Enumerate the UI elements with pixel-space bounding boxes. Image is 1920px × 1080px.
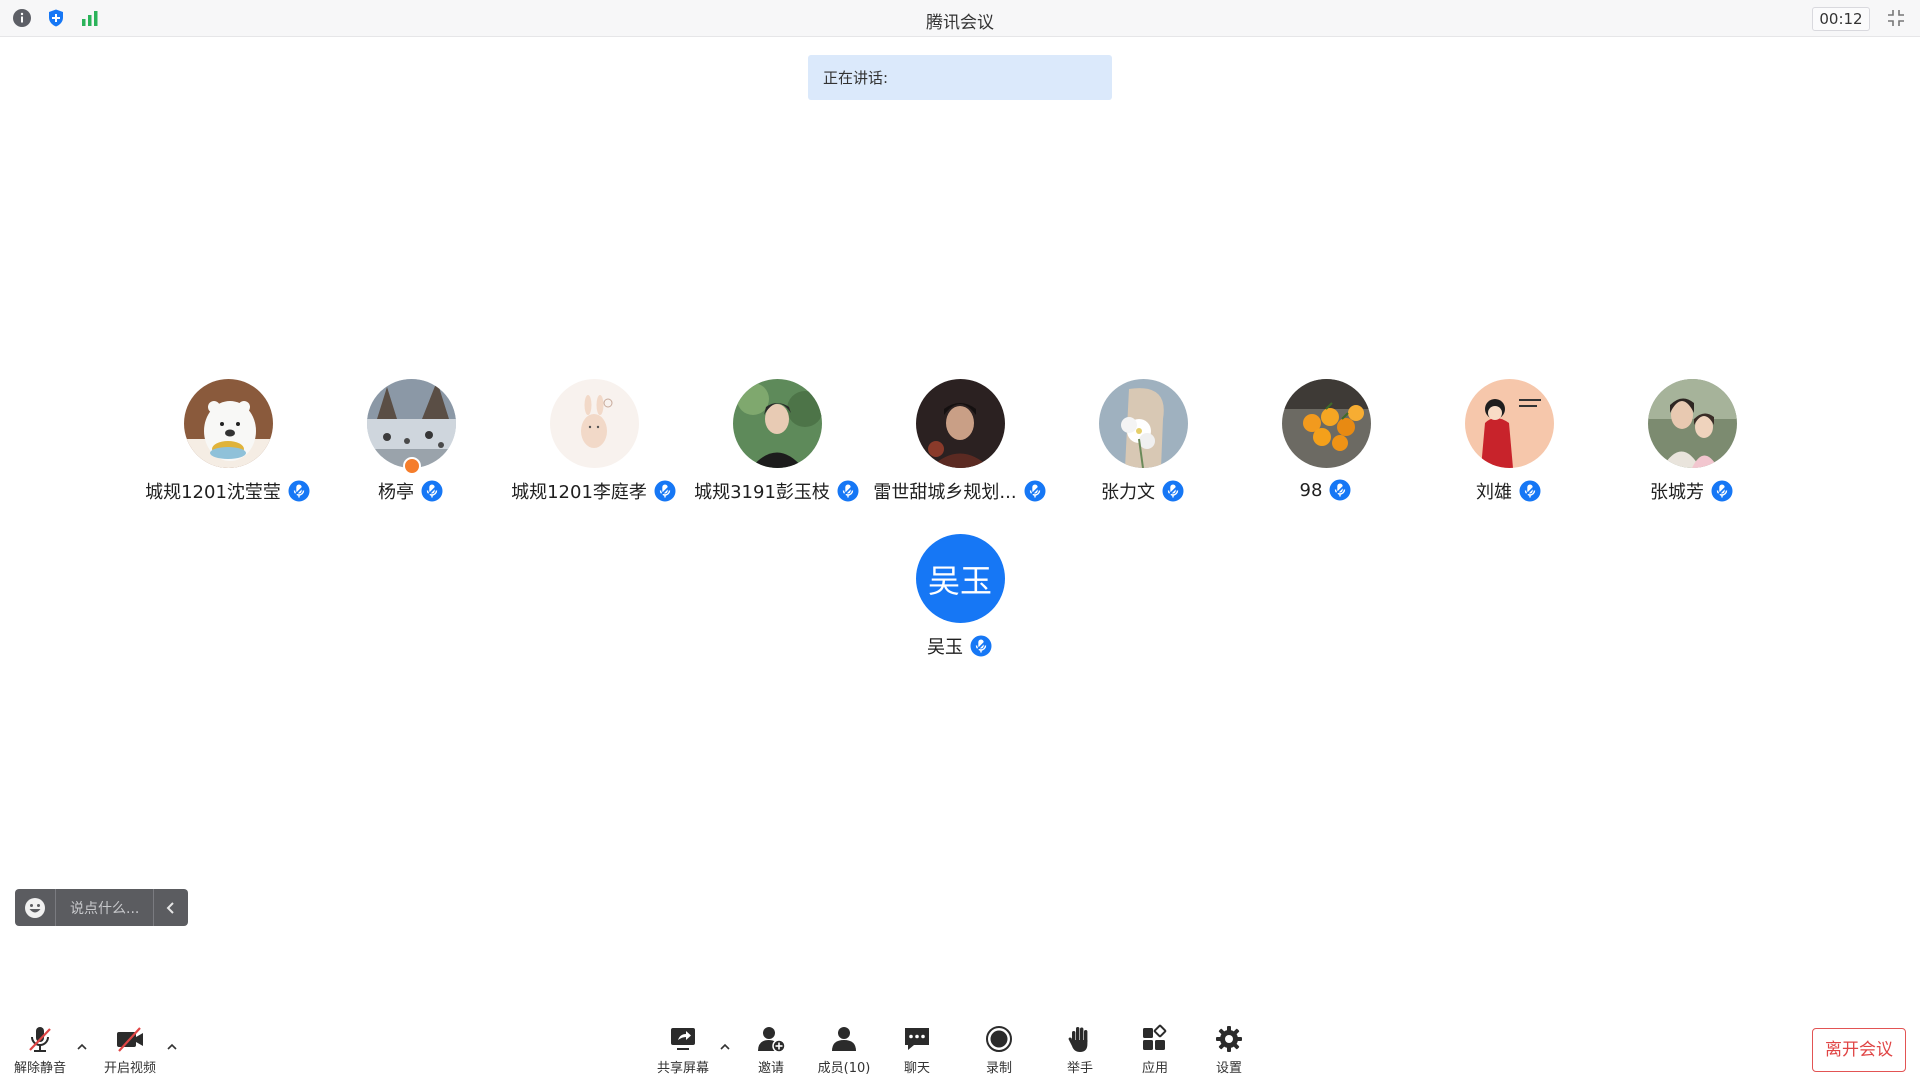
landscape-photo-avatar [366,379,456,475]
raise-hand-button[interactable]: 举手 [1045,1024,1115,1076]
chat-label: 聊天 [903,1061,930,1076]
speaking-label: 正在讲话: [823,69,889,87]
video-options-chevron-icon[interactable] [165,1040,179,1054]
participant-name: 杨亭 [378,482,414,503]
apps-label: 应用 [1141,1061,1168,1076]
chat-input[interactable]: 说点什么... [56,898,153,918]
participant-name: 98 [1299,479,1323,501]
mic-muted-icon [1328,478,1352,502]
invite-label: 邀请 [757,1061,784,1076]
title-bar: 腾讯会议 00:12 [0,0,1920,37]
record-button[interactable]: 录制 [964,1024,1034,1076]
participant-tile[interactable]: 刘雄 [1418,379,1601,504]
participant-tile[interactable]: 98 [1235,379,1418,504]
hand-icon [1068,1027,1088,1052]
collapse-chat-button[interactable] [153,889,188,926]
text-avatar: 吴玉 [915,534,1005,623]
start-video-label: 开启视频 [103,1061,156,1076]
participant-name: 雷世甜城乡规划... [873,482,1017,503]
flower-avatar [1098,379,1188,468]
polar-bear-avatar [183,379,273,468]
mic-off-icon [29,1027,51,1052]
participant-tile[interactable]: 杨亭 [320,379,503,504]
participant-name: 城规1201沈莹莹 [145,482,281,503]
start-video-button[interactable]: 开启视频 [95,1024,165,1076]
record-icon [986,1026,1012,1052]
share-screen-label: 共享屏幕 [656,1061,709,1076]
participant-name: 城规1201李庭孝 [511,482,647,503]
meeting-timer: 00:12 [1812,7,1870,31]
exit-fullscreen-icon[interactable] [1886,8,1906,28]
participant-grid-row-1: 城规1201沈莹莹 杨亭 城规1201李庭孝 城规3191彭玉枝 雷世甜城乡规划… [0,379,1920,504]
mic-muted-icon [420,479,444,503]
participant-tile[interactable]: 城规1201沈莹莹 [137,379,320,504]
quick-chat-box[interactable]: 说点什么... [15,889,188,926]
participant-tile[interactable]: 城规3191彭玉枝 [686,379,869,504]
mic-muted-icon [969,634,993,658]
participant-name: 张城芳 [1650,482,1704,503]
speaking-banner: 正在讲话: [808,55,1112,100]
meeting-title: 腾讯会议 [926,13,994,33]
chevron-left-icon [166,901,174,914]
add-user-icon [758,1027,786,1053]
participant-tile[interactable]: 张城芳 [1601,379,1784,504]
mic-muted-icon [836,479,860,503]
chat-button[interactable]: 聊天 [882,1024,952,1076]
portrait-photo-avatar [732,379,822,468]
cartoon-avatar [1464,379,1554,468]
participant-tile[interactable]: 张力文 [1052,379,1235,504]
settings-button[interactable]: 设置 [1194,1024,1264,1076]
record-label: 录制 [985,1061,1012,1076]
fruit-avatar [1281,379,1371,468]
audio-options-chevron-icon[interactable] [75,1040,89,1054]
bunny-avatar [549,379,639,468]
share-screen-button[interactable]: 共享屏幕 [648,1024,718,1076]
mic-muted-icon [287,479,311,503]
members-button[interactable]: 成员(10) [809,1024,879,1076]
participant-name: 张力文 [1101,482,1155,503]
raise-hand-label: 举手 [1066,1061,1093,1076]
chat-icon [905,1028,929,1050]
members-label: 成员(10) [817,1061,871,1076]
participant-name: 城规3191彭玉枝 [694,482,830,503]
apps-button[interactable]: 应用 [1120,1024,1190,1076]
settings-label: 设置 [1215,1061,1242,1076]
participant-name: 刘雄 [1476,482,1512,503]
host-badge-icon [402,457,421,475]
members-icon [832,1027,856,1051]
participant-grid-row-2: 吴玉 吴玉 [0,534,1920,659]
mic-muted-icon [1710,479,1734,503]
leave-meeting-button[interactable]: 离开会议 [1812,1028,1906,1072]
mic-muted-icon [1023,479,1047,503]
participant-name: 吴玉 [927,637,963,658]
emoji-icon [25,897,45,918]
unmute-label: 解除静音 [13,1061,66,1076]
gear-icon [1216,1026,1242,1052]
participant-tile[interactable]: 吴玉 吴玉 [869,534,1052,659]
mic-muted-icon [1518,479,1542,503]
dark-photo-avatar [915,379,1005,468]
bottom-toolbar: 解除静音 开启视频 共享屏幕 邀请 成员(10) 聊天 录制 举手 应用 设置 … [0,1010,1920,1080]
family-photo-avatar [1647,379,1737,468]
mic-muted-icon [653,479,677,503]
unmute-button[interactable]: 解除静音 [5,1024,75,1076]
emoji-button[interactable] [15,889,56,926]
invite-button[interactable]: 邀请 [736,1024,806,1076]
participant-tile[interactable]: 雷世甜城乡规划... [869,379,1052,504]
mic-muted-icon [1161,479,1185,503]
video-off-icon [117,1027,143,1052]
participant-tile[interactable]: 城规1201李庭孝 [503,379,686,504]
share-options-chevron-icon[interactable] [718,1040,732,1054]
share-screen-icon [671,1028,695,1050]
apps-icon [1143,1024,1167,1050]
